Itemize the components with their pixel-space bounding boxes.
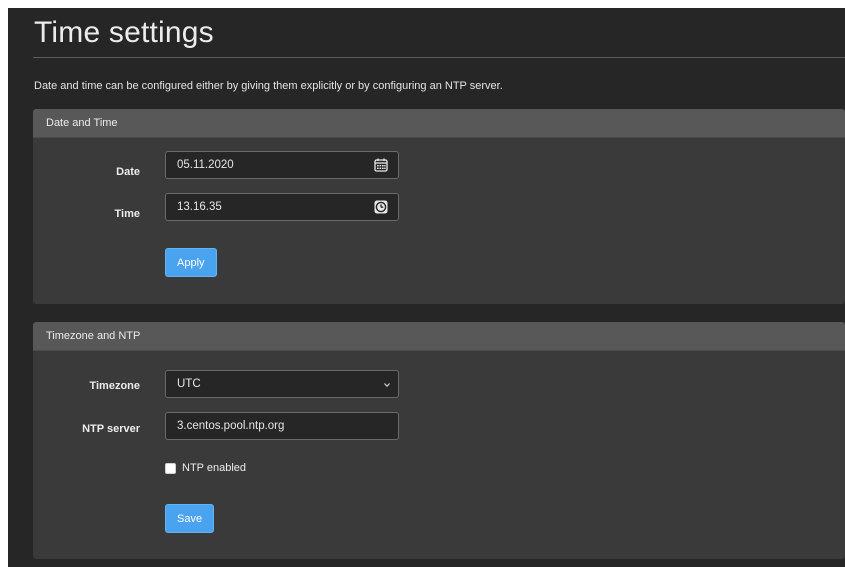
time-value: 13.16.35 xyxy=(177,201,222,213)
time-field[interactable]: 13.16.35 xyxy=(165,193,399,221)
date-time-panel: Date and Time xyxy=(33,109,845,304)
date-label: Date xyxy=(116,166,140,178)
ntp-enabled-row[interactable]: NTP enabled xyxy=(165,462,246,474)
page-description: Date and time can be configured either b… xyxy=(34,80,503,92)
clock-icon[interactable] xyxy=(374,200,388,214)
timezone-ntp-panel-header: Timezone and NTP xyxy=(33,322,845,351)
save-button[interactable]: Save xyxy=(165,504,215,533)
chevron-down-icon xyxy=(384,383,390,388)
timezone-select[interactable]: UTC xyxy=(165,370,399,398)
ntp-enabled-label: NTP enabled xyxy=(182,462,247,474)
timezone-ntp-panel: Timezone and NTP xyxy=(33,322,845,559)
ntp-server-label: NTP server xyxy=(82,423,140,435)
title-divider xyxy=(33,57,845,58)
date-value: 05.11.2020 xyxy=(177,159,234,171)
ntp-server-input[interactable] xyxy=(165,412,399,440)
ntp-enabled-checkbox[interactable] xyxy=(165,462,176,474)
page-title: Time settings xyxy=(34,16,214,49)
timezone-value: UTC xyxy=(177,378,201,390)
apply-button[interactable]: Apply xyxy=(165,248,217,277)
date-time-panel-header: Date and Time xyxy=(33,109,845,138)
calendar-icon[interactable] xyxy=(374,158,388,172)
date-field[interactable]: 05.11.2020 xyxy=(165,151,399,179)
time-label: Time xyxy=(114,208,140,220)
time-settings-page: Time settings Date and time can be confi… xyxy=(8,8,845,567)
timezone-label: Timezone xyxy=(89,380,140,392)
